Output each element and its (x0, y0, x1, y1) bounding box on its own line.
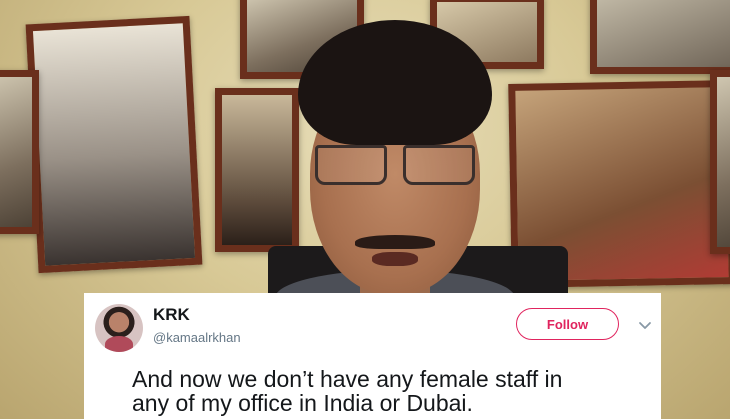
wall-photo-frame (0, 70, 39, 234)
user-handle[interactable]: @kamaalrkhan (153, 330, 241, 345)
chevron-down-icon[interactable] (638, 318, 652, 332)
mouth (372, 252, 418, 266)
tweet-text-line: And now we don’t have any female staff i… (132, 366, 563, 392)
glasses (315, 145, 475, 185)
mustache (355, 235, 435, 249)
wall-photo-frame (590, 0, 730, 74)
glasses-lens-left (315, 145, 387, 185)
tweet-text: And now we don’t have any female staff i… (132, 367, 652, 415)
man-in-glasses (270, 20, 520, 340)
follow-button[interactable]: Follow (516, 308, 619, 340)
hair (298, 20, 492, 145)
tweet-text-line: any of my office in India or Dubai. (132, 390, 473, 416)
avatar[interactable] (95, 304, 143, 352)
wall-photo-frame (710, 70, 730, 254)
user-name[interactable]: KRK (153, 305, 190, 325)
wall-photo-frame (25, 15, 203, 274)
glasses-lens-right (403, 145, 475, 185)
tweet-card: KRK @kamaalrkhan Follow And now we don’t… (84, 293, 661, 419)
